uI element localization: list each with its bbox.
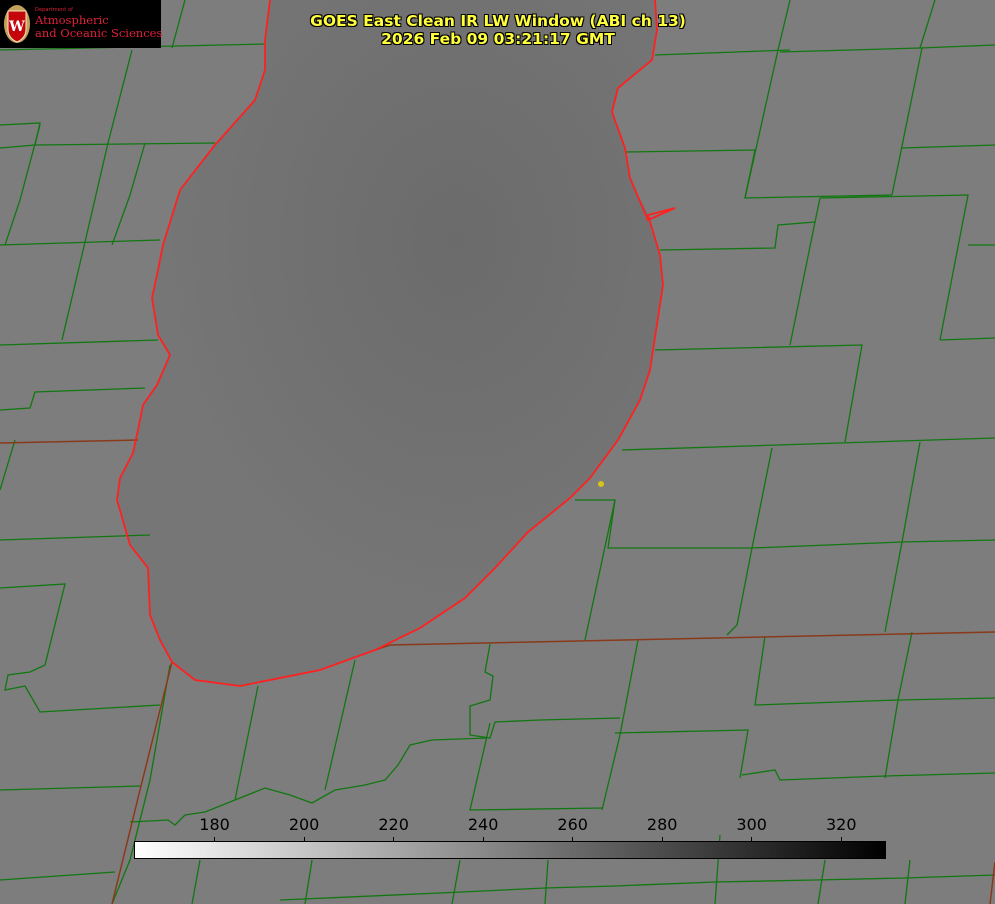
title-line-1: GOES East Clean IR LW Window (ABI ch 13): [310, 12, 686, 30]
satellite-viewer: W Department of Atmospheric and Oceanic …: [0, 0, 995, 904]
department-logo: W Department of Atmospheric and Oceanic …: [0, 0, 163, 48]
logo-line-2: and Oceanic Sciences: [35, 26, 163, 40]
location-marker: [598, 481, 604, 487]
colorbar-tick-label: 320: [825, 815, 857, 834]
uw-crest-icon: W: [4, 5, 30, 43]
logo-line-1: Atmospheric: [35, 13, 109, 27]
colorbar-tick-label: 260: [557, 815, 588, 834]
colorbar-tick-label: 300: [736, 815, 767, 834]
title-line-2: 2026 Feb 09 03:21:17 GMT: [381, 30, 615, 48]
colorbar-tick-label: 240: [467, 815, 499, 834]
colorbar-tick-label: 180: [199, 815, 230, 834]
colorbar-gradient: [134, 841, 886, 859]
colorbar-tick-label: 200: [288, 815, 320, 834]
image-title: GOES East Clean IR LW Window (ABI ch 13)…: [298, 12, 698, 48]
colorbar-tick-label: 220: [378, 815, 409, 834]
svg-text:W: W: [8, 19, 25, 35]
satellite-map: [0, 0, 995, 904]
colorbar-tick-label: 280: [646, 815, 678, 834]
